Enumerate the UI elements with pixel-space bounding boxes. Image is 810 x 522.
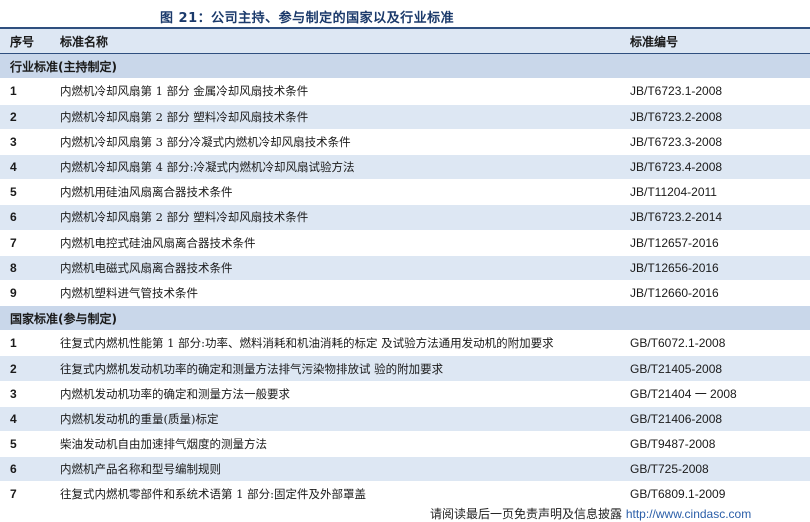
row-standard-code: GB/T6809.1-2009: [630, 487, 726, 502]
row-standard-code: GB/T9487-2008: [630, 437, 716, 452]
row-num: 1: [10, 84, 17, 99]
header-num: 序号: [10, 34, 35, 49]
row-standard-code: GB/T21406-2008: [630, 411, 723, 426]
row-standard-name: 内燃机发动机功率的确定和测量方法一般要求: [60, 386, 290, 401]
table-row: 5 内燃机用硅油风扇离合器技术条件 JB/T11204-2011: [0, 180, 810, 206]
table-row: 1 内燃机冷却风扇第 1 部分 金属冷却风扇技术条件 JB/T6723.1-2008: [0, 79, 810, 105]
row-standard-code: GB/T21404 一 2008: [630, 387, 737, 402]
row-standard-name: 往复式内燃机性能第 1 部分:功率、燃料消耗和机油消耗的标定 及试验方法通用发动…: [60, 336, 554, 351]
row-num: 7: [10, 235, 17, 250]
row-num: 2: [10, 361, 17, 376]
row-standard-name: 内燃机发动机的重量(质量)标定: [60, 411, 219, 426]
table-row: 3 内燃机发动机功率的确定和测量方法一般要求 GB/T21404 一 2008: [0, 381, 810, 407]
row-standard-code: JB/T6723.2-2014: [630, 210, 723, 225]
table-row: 7 往复式内燃机零部件和系统术语第 1 部分:固定件及外部罩盖 GB/T6809.1…: [0, 482, 810, 508]
table-row: 4 内燃机发动机的重量(质量)标定 GB/T21406-2008: [0, 406, 810, 432]
row-num: 6: [10, 462, 17, 477]
row-standard-name: 内燃机产品名称和型号编制规则: [60, 462, 221, 477]
row-standard-name: 内燃机冷却风扇第 3 部分冷凝式内燃机冷却风扇技术条件: [60, 134, 351, 149]
row-standard-code: JB/T12660-2016: [630, 285, 719, 300]
row-num: 8: [10, 260, 17, 275]
section-national-label: 国家标准(参与制定): [10, 311, 117, 326]
section-industry-label: 行业标准(主持制定): [10, 59, 117, 74]
row-num: 5: [10, 185, 17, 200]
table-row: 2 往复式内燃机发动机功率的确定和测量方法排气污染物排放试 验的附加要求 GB/T2…: [0, 356, 810, 382]
row-num: 4: [10, 411, 17, 426]
table-row: 6 内燃机产品名称和型号编制规则 GB/T725-2008: [0, 457, 810, 483]
row-standard-code: JB/T6723.2-2008: [630, 109, 723, 124]
row-standard-name: 内燃机塑料进气管技术条件: [60, 285, 198, 300]
table-row: 9 内燃机塑料进气管技术条件 JB/T12660-2016: [0, 280, 810, 307]
row-standard-code: JB/T6723.3-2008: [630, 134, 723, 149]
table-row: 1 往复式内燃机性能第 1 部分:功率、燃料消耗和机油消耗的标定 及试验方法通用发…: [0, 331, 810, 357]
row-num: 5: [10, 437, 17, 452]
row-standard-code: JB/T12657-2016: [630, 235, 719, 250]
table-header: 序号 标准名称 标准编号: [0, 29, 810, 55]
row-standard-name: 内燃机电控式硅油风扇离合器技术条件: [60, 235, 256, 250]
row-num: 6: [10, 210, 17, 225]
table-row: 3 内燃机冷却风扇第 3 部分冷凝式内燃机冷却风扇技术条件 JB/T6723.3-2…: [0, 129, 810, 155]
row-standard-code: JB/T11204-2011: [630, 185, 717, 200]
row-num: 3: [10, 134, 17, 149]
table-row: 2 内燃机冷却风扇第 2 部分 塑料冷却风扇技术条件 JB/T6723.2-2008: [0, 104, 810, 130]
row-standard-code: GB/T6072.1-2008: [630, 336, 726, 351]
row-num: 7: [10, 487, 17, 502]
page-footer: 请阅读最后一页免责声明及信息披露 http://www.cindasc.com: [430, 505, 751, 522]
row-num: 2: [10, 109, 17, 124]
row-standard-name: 内燃机用硅油风扇离合器技术条件: [60, 185, 233, 200]
table-row: 7 内燃机电控式硅油风扇离合器技术条件 JB/T12657-2016: [0, 230, 810, 256]
national-rows: 1 往复式内燃机性能第 1 部分:功率、燃料消耗和机油消耗的标定 及试验方法通用发…: [0, 331, 810, 508]
row-standard-name: 内燃机冷却风扇第 1 部分 金属冷却风扇技术条件: [60, 84, 309, 99]
row-num: 3: [10, 386, 17, 401]
section-industry: 行业标准(主持制定): [0, 54, 810, 80]
section-national: 国家标准(参与制定): [0, 306, 810, 332]
row-num: 9: [10, 285, 17, 300]
row-standard-code: GB/T21405-2008: [630, 361, 723, 376]
table-row: 8 内燃机电磁式风扇离合器技术条件 JB/T12656-2016: [0, 255, 810, 281]
row-standard-name: 内燃机冷却风扇第 2 部分 塑料冷却风扇技术条件: [60, 109, 309, 124]
row-standard-name: 往复式内燃机发动机功率的确定和测量方法排气污染物排放试 验的附加要求: [60, 361, 444, 376]
table-row: 6 内燃机冷却风扇第 2 部分 塑料冷却风扇技术条件 JB/T6723.2-2014: [0, 205, 810, 231]
row-standard-code: JB/T6723.4-2008: [630, 160, 723, 175]
row-standard-code: JB/T12656-2016: [630, 260, 719, 275]
row-num: 1: [10, 336, 17, 351]
row-num: 4: [10, 160, 17, 175]
figure-title: 图 21：公司主持、参与制定的国家以及行业标准: [160, 11, 455, 26]
row-standard-name: 柴油发动机自由加速排气烟度的测量方法: [60, 437, 267, 452]
table-row: 4 内燃机冷却风扇第 4 部分:冷凝式内燃机冷却风扇试验方法 JB/T6723.4-…: [0, 154, 810, 181]
standards-table: 序号 标准名称 标准编号 行业标准(主持制定) 1 内燃机冷却风扇第 1 部分 金…: [0, 27, 810, 508]
row-standard-name: 内燃机电磁式风扇离合器技术条件: [60, 260, 233, 275]
header-code: 标准编号: [630, 34, 679, 49]
table-row: 5 柴油发动机自由加速排气烟度的测量方法 GB/T9487-2008: [0, 432, 810, 458]
header-name: 标准名称: [60, 34, 109, 49]
row-standard-name: 内燃机冷却风扇第 2 部分 塑料冷却风扇技术条件: [60, 210, 309, 225]
row-standard-code: JB/T6723.1-2008: [630, 84, 723, 99]
row-standard-name: 内燃机冷却风扇第 4 部分:冷凝式内燃机冷却风扇试验方法: [60, 160, 355, 175]
row-standard-code: GB/T725-2008: [630, 462, 709, 477]
industry-rows: 1 内燃机冷却风扇第 1 部分 金属冷却风扇技术条件 JB/T6723.1-2008…: [0, 79, 810, 307]
row-standard-name: 往复式内燃机零部件和系统术语第 1 部分:固定件及外部罩盖: [60, 487, 366, 502]
